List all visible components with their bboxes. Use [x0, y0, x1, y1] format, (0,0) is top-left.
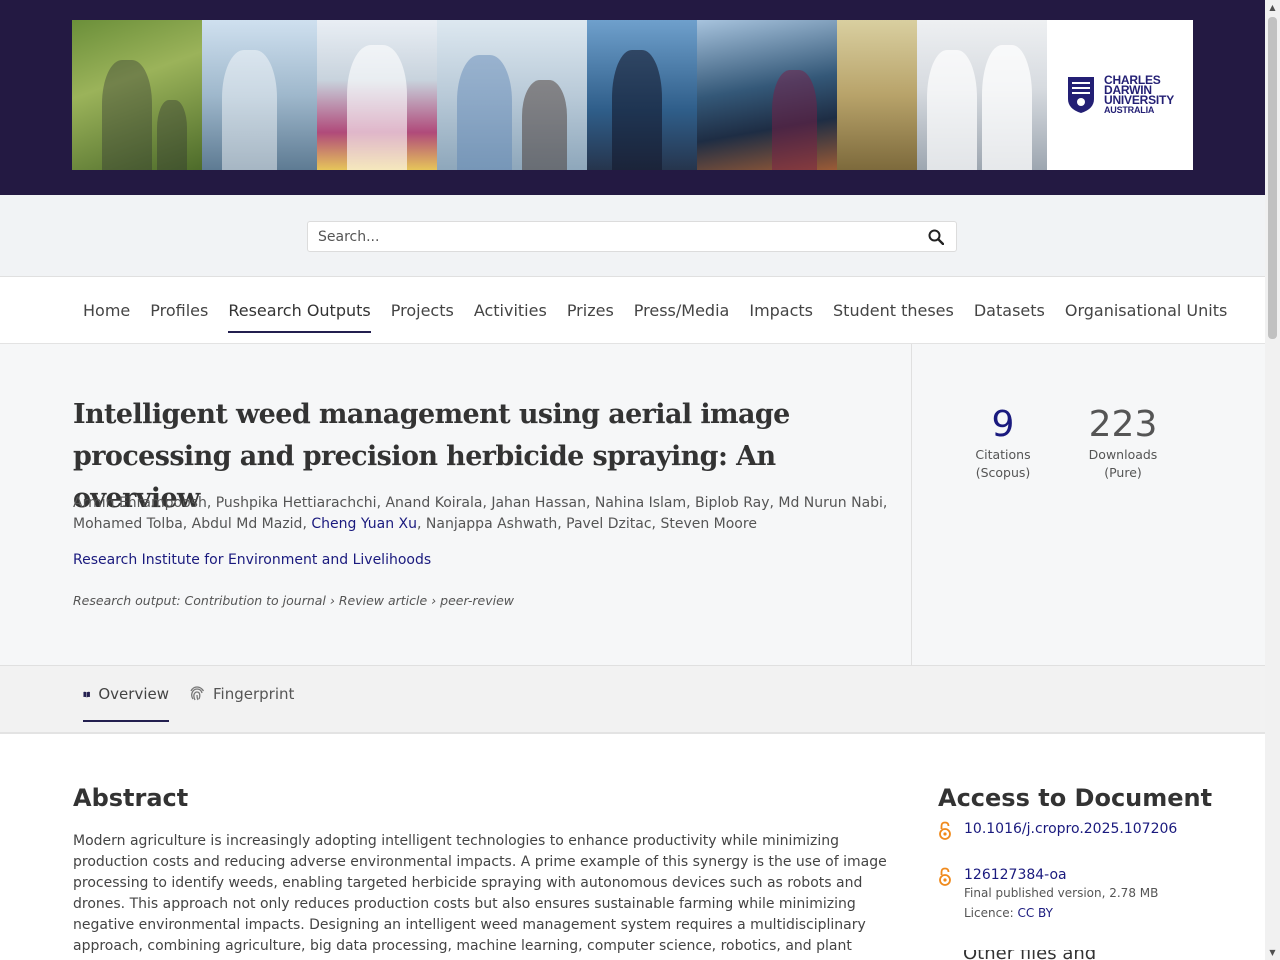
open-access-icon — [939, 867, 951, 886]
nav-item-student-theses[interactable]: Student theses — [833, 277, 954, 343]
licence-label: Licence: — [964, 906, 1018, 920]
downloads-source: (Pure) — [1104, 465, 1142, 480]
banner-photo-lab — [202, 20, 317, 170]
nav-item-impacts[interactable]: Impacts — [749, 277, 813, 343]
nav-item-home[interactable]: Home — [83, 277, 130, 343]
search-band — [0, 195, 1265, 277]
tab-overview[interactable]: Overview — [83, 666, 169, 722]
downloads-count: 223 — [1088, 404, 1158, 445]
downloads-label: Downloads — [1088, 447, 1158, 462]
nav-item-profiles[interactable]: Profiles — [150, 277, 208, 343]
citations-metric[interactable]: 9 Citations (Scopus) — [953, 404, 1053, 482]
licence-link[interactable]: CC BY — [1017, 906, 1052, 920]
output-type: Research output: Contribution to journal… — [73, 593, 515, 608]
banner-photo-field — [72, 20, 202, 170]
other-files-heading: Other files and links — [963, 950, 1143, 960]
tab-overview-label: Overview — [98, 685, 169, 703]
content-tabs: Overview Fingerprint — [0, 666, 1265, 734]
nav-item-projects[interactable]: Projects — [391, 277, 454, 343]
file-entry: 126127384-oa Final published version, 2.… — [938, 867, 1158, 923]
abstract-heading: Abstract — [73, 784, 189, 812]
nav-item-activities[interactable]: Activities — [474, 277, 547, 343]
open-access-icon — [939, 821, 951, 840]
shield-icon — [1067, 77, 1094, 113]
authors-text-rest: , Nanjappa Ashwath, Pavel Dzitac, Steven… — [417, 516, 757, 532]
banner-image[interactable]: CHARLES DARWIN UNIVERSITY AUSTRALIA — [72, 20, 1193, 170]
citations-source: (Scopus) — [975, 465, 1031, 480]
nav-item-press-media[interactable]: Press/Media — [634, 277, 730, 343]
book-icon — [83, 691, 90, 697]
citations-label: Citations — [975, 447, 1031, 462]
scrollbar-thumb[interactable] — [1268, 17, 1277, 339]
main-nav: Home Profiles Research Outputs Projects … — [0, 277, 1265, 344]
search-icon — [928, 229, 944, 245]
nav-item-prizes[interactable]: Prizes — [567, 277, 614, 343]
licence-line: Licence: CC BY — [964, 903, 1158, 923]
scroll-down-arrow-icon[interactable]: ▼ — [1265, 945, 1280, 960]
banner-photo-engineers — [917, 20, 1047, 170]
university-logo[interactable]: CHARLES DARWIN UNIVERSITY AUSTRALIA — [1047, 20, 1193, 170]
tab-fingerprint[interactable]: Fingerprint — [189, 666, 294, 722]
banner-photo-health — [437, 20, 587, 170]
scroll-up-arrow-icon[interactable]: ▲ — [1265, 0, 1280, 15]
doi-link[interactable]: 10.1016/j.cropro.2025.107206 — [964, 821, 1177, 837]
banner-photo-solar-worker — [587, 20, 697, 170]
abstract-text: Modern agriculture is increasingly adopt… — [73, 833, 887, 960]
header-banner: CHARLES DARWIN UNIVERSITY AUSTRALIA — [0, 0, 1265, 195]
search-button[interactable] — [916, 222, 956, 251]
nav-item-organisational-units[interactable]: Organisational Units — [1065, 277, 1227, 343]
banner-photo-solar-panels — [697, 20, 837, 170]
banner-photo-scientist — [317, 20, 437, 170]
logo-wordmark: CHARLES DARWIN UNIVERSITY AUSTRALIA — [1103, 73, 1174, 115]
nav-item-datasets[interactable]: Datasets — [974, 277, 1045, 343]
file-link[interactable]: 126127384-oa — [964, 867, 1158, 883]
banner-photo-equipment — [837, 20, 917, 170]
organisation-link[interactable]: Research Institute for Environment and L… — [73, 552, 431, 568]
nav-item-research-outputs[interactable]: Research Outputs — [228, 277, 372, 343]
tab-fingerprint-label: Fingerprint — [213, 685, 295, 703]
search-input[interactable] — [308, 222, 916, 251]
citations-count: 9 — [991, 404, 1015, 445]
fingerprint-icon — [190, 686, 205, 701]
doi-entry: 10.1016/j.cropro.2025.107206 — [938, 821, 1177, 841]
page-scrollbar[interactable]: ▲ ▼ — [1265, 0, 1280, 960]
author-link[interactable]: Cheng Yuan Xu — [311, 516, 417, 532]
file-meta: Final published version, 2.78 MB — [964, 886, 1159, 900]
search-box — [307, 221, 957, 252]
author-list: Armin Ehrampoosh, Pushpika Hettiarachchi… — [73, 493, 893, 535]
output-header: Intelligent weed management using aerial… — [0, 344, 1265, 666]
output-details: Intelligent weed management using aerial… — [0, 344, 912, 665]
access-heading: Access to Document — [938, 784, 1213, 812]
downloads-metric: 223 Downloads (Pure) — [1073, 404, 1173, 482]
